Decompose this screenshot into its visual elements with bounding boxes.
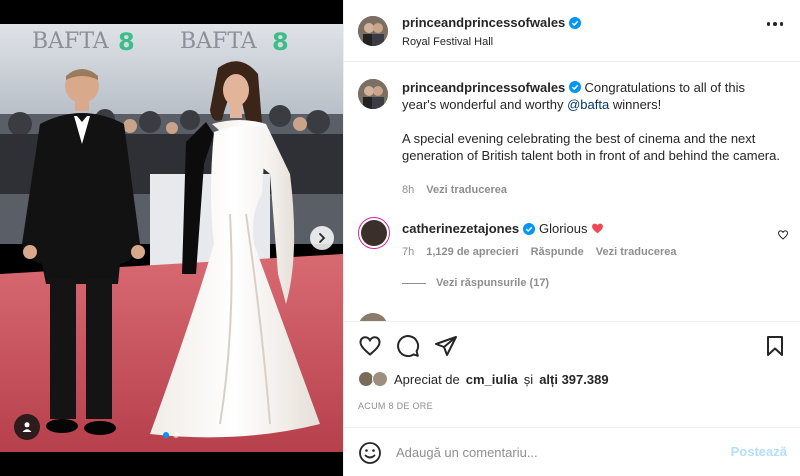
view-replies-label: Vezi răspunsurile (17) <box>436 277 550 289</box>
bafta-red-carpet-photo: BAFTA BAFTA 8 8 <box>0 24 343 452</box>
caption-paragraph: A special evening celebrating the best o… <box>402 131 780 163</box>
caption-mention-link[interactable]: @bafta <box>567 97 609 112</box>
comment: catherinezetajones Glorious <box>402 221 604 236</box>
likes-prefix: Apreciat de <box>394 371 460 387</box>
verified-icon <box>568 81 581 93</box>
caption-username[interactable]: princeandprincessofwales <box>402 80 565 95</box>
comment-like-heart-icon[interactable] <box>777 229 789 241</box>
comments-section: princeandprincessofwales Congratulations… <box>344 63 800 321</box>
caption-translate-link[interactable]: Vezi traducerea <box>426 184 507 196</box>
svg-text:8: 8 <box>118 28 135 56</box>
post-header: princeandprincessofwales Royal Festival … <box>344 0 800 62</box>
comment-time[interactable]: 7h <box>402 246 414 258</box>
more-icon <box>766 22 770 26</box>
likes-others-link[interactable]: alți 397.389 <box>539 372 608 387</box>
likes-conjunction: și <box>523 371 534 387</box>
caption-time[interactable]: 8h <box>402 184 414 196</box>
tagged-users-button[interactable] <box>14 414 40 440</box>
post-timestamp[interactable]: ACUM 8 DE ORE <box>358 401 433 411</box>
commenter-avatar[interactable] <box>358 217 390 249</box>
post-caption: princeandprincessofwales Congratulations… <box>402 79 782 164</box>
caption-text-end: winners! <box>612 97 662 112</box>
svg-text:BAFTA: BAFTA <box>180 29 258 54</box>
comment-translate-link[interactable]: Vezi traducerea <box>596 246 677 258</box>
post-location[interactable]: Royal Festival Hall <box>402 36 493 48</box>
avatar-photo <box>358 16 388 46</box>
post-media: BAFTA BAFTA 8 8 <box>0 0 343 476</box>
author-username[interactable]: princeandprincessofwales <box>402 15 582 30</box>
author-avatar[interactable] <box>358 16 388 46</box>
caption-author-avatar[interactable] <box>358 79 388 109</box>
more-options-button[interactable] <box>766 22 783 26</box>
comment-meta: 7h 1,129 de aprecieri Răspunde Vezi trad… <box>402 246 677 258</box>
next-slide-button[interactable] <box>310 226 334 250</box>
bookmark-icon[interactable] <box>763 334 787 358</box>
svg-text:BAFTA: BAFTA <box>32 29 110 54</box>
post-photo[interactable]: BAFTA BAFTA 8 8 <box>0 24 343 452</box>
instagram-post: BAFTA BAFTA 8 8 princeandprincessofwales… <box>0 0 800 476</box>
emoji-icon[interactable] <box>358 441 382 465</box>
comment-text: Glorious <box>539 221 588 236</box>
add-comment-bar: Postează <box>344 427 800 476</box>
liker-username[interactable]: cm_iulia <box>466 372 518 387</box>
next-commenter-avatar[interactable] <box>358 313 388 321</box>
carousel-dot-active <box>163 432 169 438</box>
caption-meta: 8h Vezi traducerea <box>402 184 507 196</box>
replies-divider <box>402 282 426 284</box>
carousel-dot <box>173 432 179 438</box>
author-username-text[interactable]: princeandprincessofwales <box>402 15 565 30</box>
avatar-photo <box>358 79 388 109</box>
liker-avatar[interactable] <box>372 371 388 387</box>
carousel-indicator <box>163 432 179 438</box>
comment-icon[interactable] <box>396 334 420 358</box>
commenter-username[interactable]: catherinezetajones <box>402 221 519 236</box>
chevron-right-icon <box>319 233 326 243</box>
red-heart-emoji-icon <box>592 223 604 234</box>
verified-icon <box>569 16 582 29</box>
post-side-panel: princeandprincessofwales Royal Festival … <box>343 0 800 476</box>
comment-likes-count[interactable]: 1,129 de aprecieri <box>426 246 518 258</box>
share-icon[interactable] <box>434 334 458 358</box>
view-replies-button[interactable]: Vezi răspunsurile (17) <box>402 277 549 289</box>
comment-reply-link[interactable]: Răspunde <box>531 246 584 258</box>
heart-icon[interactable] <box>358 334 382 358</box>
svg-text:8: 8 <box>272 28 289 56</box>
comment-input[interactable] <box>396 439 716 465</box>
user-tag-icon <box>22 422 32 432</box>
likes-summary: Apreciat de cm_iulia și alți 397.389 <box>358 371 609 387</box>
verified-icon <box>523 222 536 235</box>
post-comment-button[interactable]: Postează <box>731 444 787 459</box>
post-actions-bar <box>344 321 800 367</box>
